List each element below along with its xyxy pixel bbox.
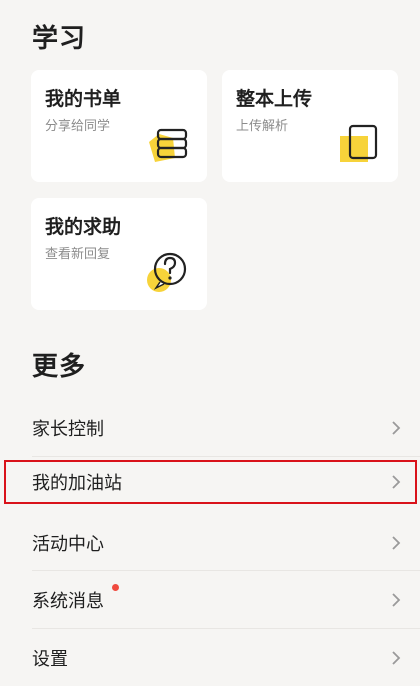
divider <box>32 570 420 571</box>
upload-book-icon <box>340 124 378 162</box>
my-help-card[interactable]: 我的求助 查看新回复 <box>31 198 207 310</box>
study-section-title: 学习 <box>32 24 87 54</box>
divider <box>32 628 420 629</box>
menu-item-parental-control[interactable]: 家长控制 <box>0 400 420 456</box>
my-help-subtitle: 查看新回复 <box>45 247 111 262</box>
help-question-icon <box>147 252 187 292</box>
menu-item-system-messages[interactable]: 系统消息 <box>0 572 420 628</box>
my-booklist-subtitle: 分享给同学 <box>45 119 111 134</box>
chevron-right-icon <box>392 593 401 607</box>
chevron-right-icon <box>392 536 401 550</box>
upload-book-card[interactable]: 整本上传 上传解析 <box>222 70 398 182</box>
my-help-title: 我的求助 <box>45 216 122 238</box>
menu-item-label: 家长控制 <box>32 419 104 440</box>
unread-badge-dot <box>112 584 119 591</box>
menu-item-label: 系统消息 <box>32 591 104 612</box>
my-booklist-title: 我的书单 <box>45 88 122 110</box>
divider <box>32 456 420 457</box>
chevron-right-icon <box>392 651 401 665</box>
chevron-right-icon <box>392 421 401 435</box>
book-stack-icon <box>149 128 188 162</box>
menu-item-activity-center[interactable]: 活动中心 <box>0 515 420 571</box>
menu-item-settings[interactable]: 设置 <box>0 630 420 686</box>
my-booklist-card[interactable]: 我的书单 分享给同学 <box>31 70 207 182</box>
upload-book-subtitle: 上传解析 <box>236 119 289 134</box>
menu-item-label: 设置 <box>32 649 68 670</box>
upload-book-title: 整本上传 <box>236 88 313 110</box>
highlight-box <box>4 460 417 504</box>
more-section-title: 更多 <box>32 352 87 382</box>
menu-item-label: 活动中心 <box>32 534 104 555</box>
